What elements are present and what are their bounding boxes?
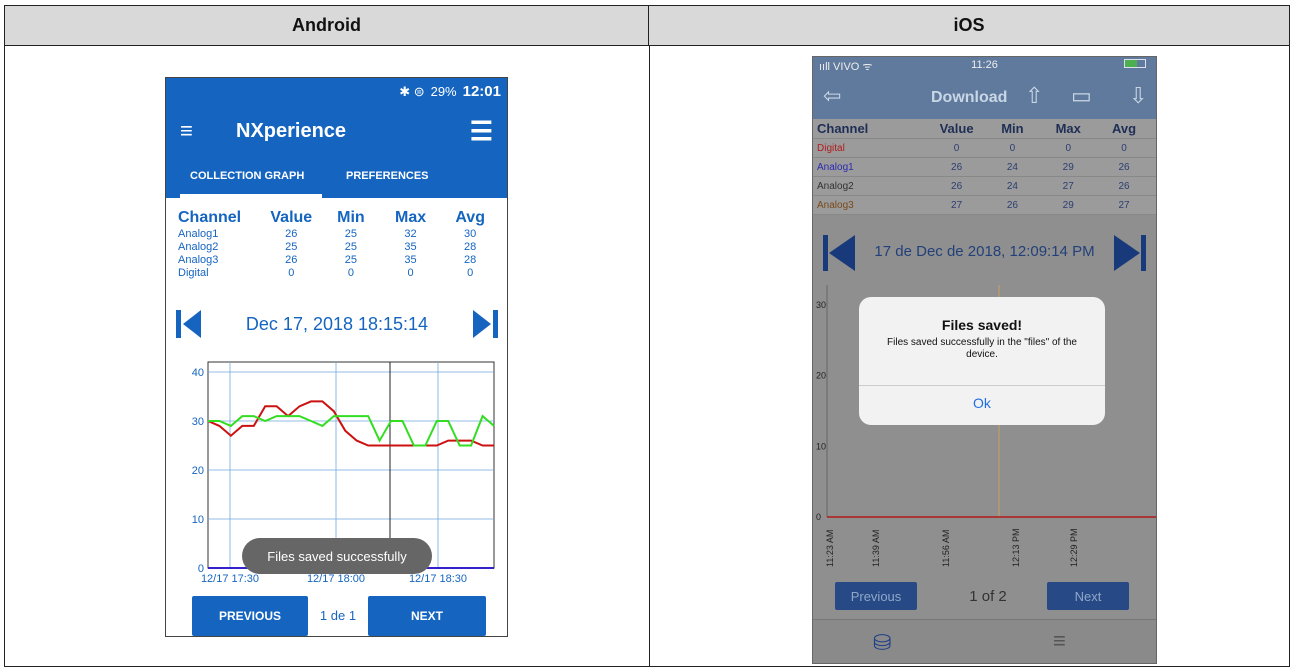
table-row: Analog3 26 25 35 28 <box>178 254 477 266</box>
page-indicator: 1 of 2 <box>969 588 1007 605</box>
x-tick-label: 12/17 18:30 <box>409 573 467 585</box>
menu-icon[interactable]: ≡ <box>1053 628 1066 654</box>
x-tick-label: 11:56 AM <box>941 530 951 567</box>
screen-title: Download <box>931 89 1008 106</box>
tab-preferences[interactable]: PREFERENCES <box>346 170 429 182</box>
x-tick-label: 12:29 PM <box>1069 528 1079 567</box>
nav-bar: ııll VIVO ᯤ 11:26 ⇦ Download ⇧ ▭ ⇩ <box>813 57 1156 119</box>
status-bar: ✱ ⊜ 29% 12:01 <box>399 83 501 100</box>
table-row: Analog2 25 25 35 28 <box>178 241 477 253</box>
status-time: 11:26 <box>971 59 998 71</box>
status-time: 12:01 <box>462 83 501 100</box>
next-button[interactable]: NEXT <box>368 596 486 636</box>
android-column-header: Android <box>5 6 649 46</box>
app-title: NXperience <box>236 120 347 142</box>
signal-icons: ✱ ⊜ <box>399 83 425 99</box>
table-row: Analog3 27 26 29 27 <box>813 196 1156 215</box>
table-row: Digital 0 0 0 0 <box>813 139 1156 158</box>
alert-message: Files saved successfully in the "files" … <box>887 337 1077 360</box>
y-tick-label: 30 <box>192 416 204 428</box>
save-icon[interactable]: ▭ <box>1071 83 1092 109</box>
table-header: Channel Value Min Max Avg <box>178 209 485 226</box>
table-header: Channel Value Min Max Avg <box>813 119 1156 139</box>
y-tick-label: 10 <box>816 441 826 451</box>
table-row: Analog1 26 24 29 26 <box>813 158 1156 177</box>
x-tick-label: 12:13 PM <box>1011 528 1021 567</box>
y-tick-label: 30 <box>816 300 826 310</box>
logout-icon[interactable]: ⇦ <box>823 83 841 109</box>
overflow-menu-icon[interactable]: ☰ <box>470 116 493 147</box>
table-row: Analog2 26 24 27 26 <box>813 177 1156 196</box>
x-tick-label: 12/17 17:30 <box>201 573 259 585</box>
download-icon[interactable]: ⇩ <box>1129 83 1147 109</box>
current-date: Dec 17, 2018 18:15:14 <box>245 314 429 334</box>
toast-message: Files saved successfully <box>242 538 432 574</box>
date-navigator: Dec 17, 2018 18:15:14 <box>176 306 498 342</box>
skip-next-icon[interactable] <box>1106 235 1146 271</box>
alert-divider <box>859 385 1105 386</box>
app-bar: ✱ ⊜ 29% 12:01 ≡ NXperience ☰ COLLECTION … <box>166 78 507 198</box>
column-divider <box>649 46 650 666</box>
x-tick-label: 12/17 18:00 <box>307 573 365 585</box>
page-indicator: 1 de 1 <box>319 608 357 623</box>
android-screen: ✱ ⊜ 29% 12:01 ≡ NXperience ☰ COLLECTION … <box>165 77 508 637</box>
y-tick-label: 20 <box>192 465 204 477</box>
ios-screen: ııll VIVO ᯤ 11:26 ⇦ Download ⇧ ▭ ⇩ Chann… <box>812 56 1157 664</box>
database-icon[interactable]: ⛁ <box>873 630 891 656</box>
current-date: 17 de Dec de 2018, 12:09:14 PM <box>874 243 1095 260</box>
battery-icon <box>1124 59 1146 68</box>
x-tick-label: 11:23 AM <box>825 530 835 567</box>
tab-bar: ⛁ ≡ <box>813 619 1156 663</box>
alert-title: Files saved! <box>941 317 1023 333</box>
table-row: Digital 0 0 0 0 <box>178 267 474 279</box>
y-tick-label: 20 <box>816 371 826 381</box>
x-tick-label: 11:39 AM <box>871 530 881 567</box>
table-row: Analog1 26 25 32 30 <box>178 228 477 240</box>
alert-ok-button[interactable]: Ok <box>859 395 1105 411</box>
tab-indicator <box>180 194 322 198</box>
ios-column-header: iOS <box>649 6 1289 46</box>
files-saved-alert: Files saved! Files saved successfully in… <box>859 297 1105 425</box>
y-tick-label: 0 <box>816 512 821 522</box>
hamburger-menu-icon[interactable]: ≡ <box>180 118 193 144</box>
y-tick-label: 10 <box>192 514 204 526</box>
previous-button[interactable]: PREVIOUS <box>192 596 308 636</box>
date-navigator: 17 de Dec de 2018, 12:09:14 PM <box>813 229 1156 279</box>
previous-button[interactable]: Previous <box>835 582 917 610</box>
channel-table: Channel Value Min Max Avg Digital 0 0 0 0 Analog… <box>813 119 1156 215</box>
channel-table: Channel Value Min Max Avg Analog1 26 25 32 3… <box>178 208 500 280</box>
battery-label: 29% <box>430 84 457 99</box>
share-icon[interactable]: ⇧ <box>1025 83 1043 109</box>
pagination: Previous 1 of 2 Next <box>813 579 1156 619</box>
tab-collection-graph[interactable]: COLLECTION GRAPH <box>190 170 304 182</box>
next-button[interactable]: Next <box>1047 582 1129 610</box>
y-tick-label: 40 <box>192 367 204 379</box>
skip-next-icon[interactable] <box>472 310 498 338</box>
